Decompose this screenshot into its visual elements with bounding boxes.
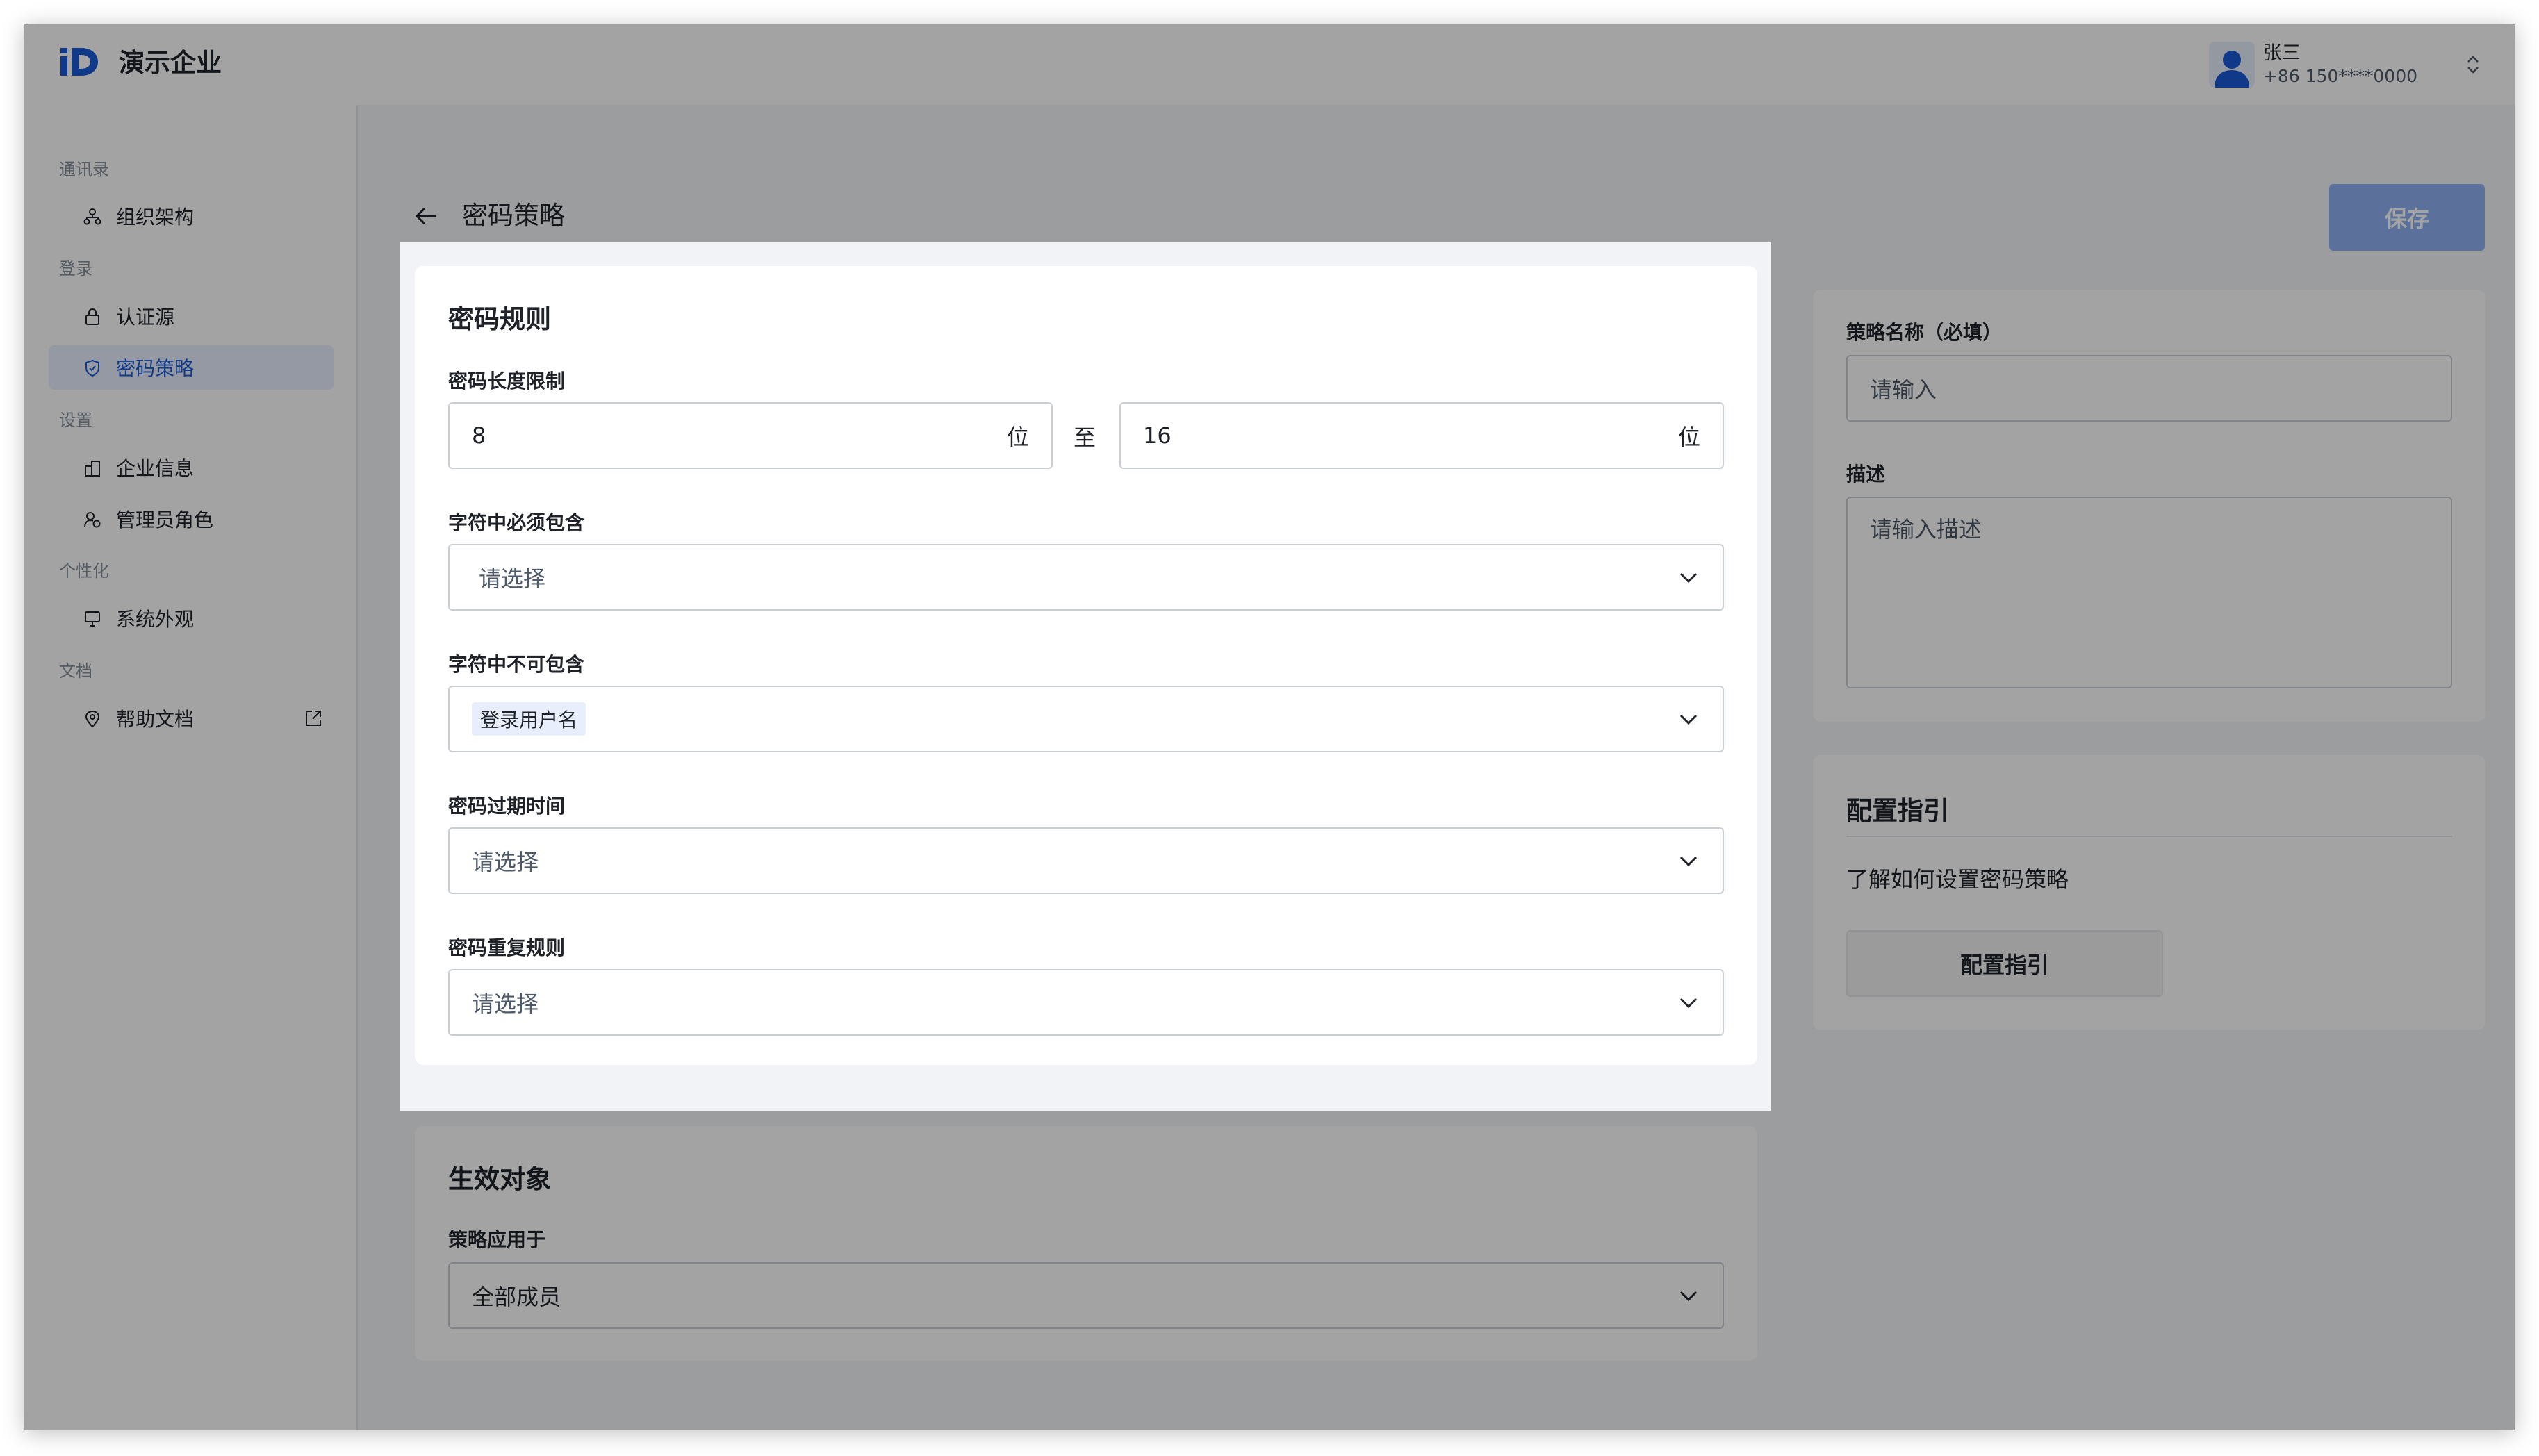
expire-label: 密码过期时间	[448, 795, 566, 818]
chevron-down-icon	[1679, 714, 1698, 725]
sidebar-item-label: 管理员角色	[116, 508, 214, 531]
must-exclude-label: 字符中不可包含	[448, 653, 585, 676]
expire-select[interactable]: 请选择	[448, 827, 1724, 894]
sidebar-item-admin-roles[interactable]: 管理员角色	[49, 497, 358, 541]
sidebar-group-settings: 设置	[59, 411, 92, 430]
sidebar-item-password-policy[interactable]: 密码策略	[49, 345, 334, 390]
range-separator: 至	[1074, 424, 1096, 451]
description-textarea[interactable]: 请输入描述	[1846, 497, 2452, 688]
apply-to-label: 策略应用于	[448, 1228, 546, 1251]
repeat-rule-label: 密码重复规则	[448, 936, 566, 959]
shield-icon	[85, 359, 99, 377]
sidebar-item-company-info[interactable]: 企业信息	[49, 445, 358, 490]
sidebar-item-label: 系统外观	[116, 608, 195, 631]
target-card: 生效对象 策略应用于 全部成员	[415, 1126, 1757, 1361]
back-arrow-icon[interactable]	[412, 202, 440, 230]
guide-title: 配置指引	[1846, 796, 1949, 826]
repeat-rule-placeholder: 请选择	[472, 991, 539, 1017]
sidebar-item-label: 密码策略	[116, 357, 195, 380]
min-length-value: 8	[472, 422, 486, 449]
sidebar-group-contacts: 通讯录	[59, 160, 109, 179]
sidebar-group-personalize: 个性化	[59, 561, 109, 581]
description-placeholder: 请输入描述	[1870, 516, 1982, 543]
length-limit-label: 密码长度限制	[448, 370, 566, 392]
sidebar-item-org[interactable]: 组织架构	[49, 194, 358, 238]
sidebar-item-label: 组织架构	[116, 206, 195, 229]
help-doc-icon	[85, 710, 100, 728]
top-header: 演示企业 张三 +86 150****0000	[24, 24, 2515, 106]
expand-collapse-icon[interactable]	[2459, 51, 2487, 78]
app-title: 演示企业	[119, 48, 222, 78]
sidebar-item-auth-source[interactable]: 认证源	[49, 294, 358, 338]
page-title: 密码策略	[462, 201, 565, 231]
excluded-tag: 登录用户名	[472, 702, 586, 736]
user-name: 张三	[2262, 42, 2301, 64]
password-rules-card: 密码规则 密码长度限制 8 位 至 16 位 字符中必须包含 请选择 字符中不可…	[415, 266, 1757, 1065]
policy-info-card: 策略名称（必填） 请输入 描述 请输入描述	[1813, 290, 2485, 722]
sidebar-item-help-docs[interactable]: 帮助文档	[49, 696, 358, 741]
must-include-placeholder: 请选择	[479, 565, 546, 592]
min-length-unit: 位	[1006, 424, 1029, 450]
max-length-unit: 位	[1677, 424, 1700, 450]
external-link-icon[interactable]	[304, 709, 323, 728]
user-phone: +86 150****0000	[2262, 66, 2417, 86]
target-title: 生效对象	[448, 1164, 551, 1194]
rules-title: 密码规则	[448, 304, 551, 334]
repeat-rule-select[interactable]: 请选择	[448, 969, 1724, 1036]
sidebar-group-login: 登录	[59, 259, 92, 279]
admin-user-icon	[84, 512, 101, 528]
max-length-input[interactable]: 16 位	[1119, 402, 1724, 469]
max-length-value: 16	[1143, 422, 1172, 449]
description-label: 描述	[1846, 463, 1886, 486]
save-button[interactable]: 保存	[2329, 184, 2485, 251]
sidebar-item-appearance[interactable]: 系统外观	[49, 596, 358, 640]
guide-button[interactable]: 配置指引	[1846, 930, 2163, 997]
user-avatar-icon	[2214, 51, 2249, 88]
min-length-input[interactable]: 8 位	[448, 402, 1053, 469]
must-include-select[interactable]: 请选择	[448, 544, 1724, 611]
user-menu[interactable]: 张三 +86 150****0000	[2208, 37, 2487, 92]
sidebar-item-label: 认证源	[116, 306, 175, 329]
guide-text: 了解如何设置密码策略	[1846, 866, 2069, 893]
policy-name-placeholder: 请输入	[1870, 377, 1937, 403]
sidebar-item-label: 帮助文档	[116, 708, 195, 731]
apply-to-value: 全部成员	[472, 1284, 561, 1310]
highlight-frame: 密码规则 密码长度限制 8 位 至 16 位 字符中必须包含 请选择 字符中不可…	[400, 242, 1771, 1111]
expire-placeholder: 请选择	[472, 849, 539, 875]
chevron-down-icon	[1679, 998, 1698, 1009]
policy-name-input[interactable]: 请输入	[1846, 355, 2452, 422]
app-window: 演示企业 张三 +86 150****0000 通讯录 组织架构 登录 认证源 …	[24, 24, 2515, 1430]
sidebar: 通讯录 组织架构 登录 认证源 密码策略 设置 企业信息 管理员角色 个性化 系…	[24, 105, 358, 1430]
monitor-icon	[85, 611, 100, 627]
chevron-down-icon	[1679, 856, 1698, 867]
sidebar-item-label: 企业信息	[116, 457, 195, 480]
building-icon	[85, 461, 100, 477]
avatar	[2208, 42, 2255, 88]
must-exclude-select[interactable]: 登录用户名	[448, 686, 1724, 752]
guide-divider	[1846, 836, 2452, 837]
chevron-down-icon	[1679, 572, 1698, 584]
must-include-label: 字符中必须包含	[448, 511, 585, 534]
org-chart-icon	[83, 208, 101, 225]
lock-icon	[85, 308, 99, 325]
policy-name-label: 策略名称（必填）	[1846, 321, 2003, 344]
apply-to-select[interactable]: 全部成员	[448, 1262, 1724, 1329]
chevron-down-icon	[1679, 1291, 1698, 1302]
sidebar-group-docs: 文档	[59, 661, 92, 681]
guide-card: 配置指引 了解如何设置密码策略 配置指引	[1813, 755, 2485, 1030]
app-logo-icon	[60, 48, 98, 76]
